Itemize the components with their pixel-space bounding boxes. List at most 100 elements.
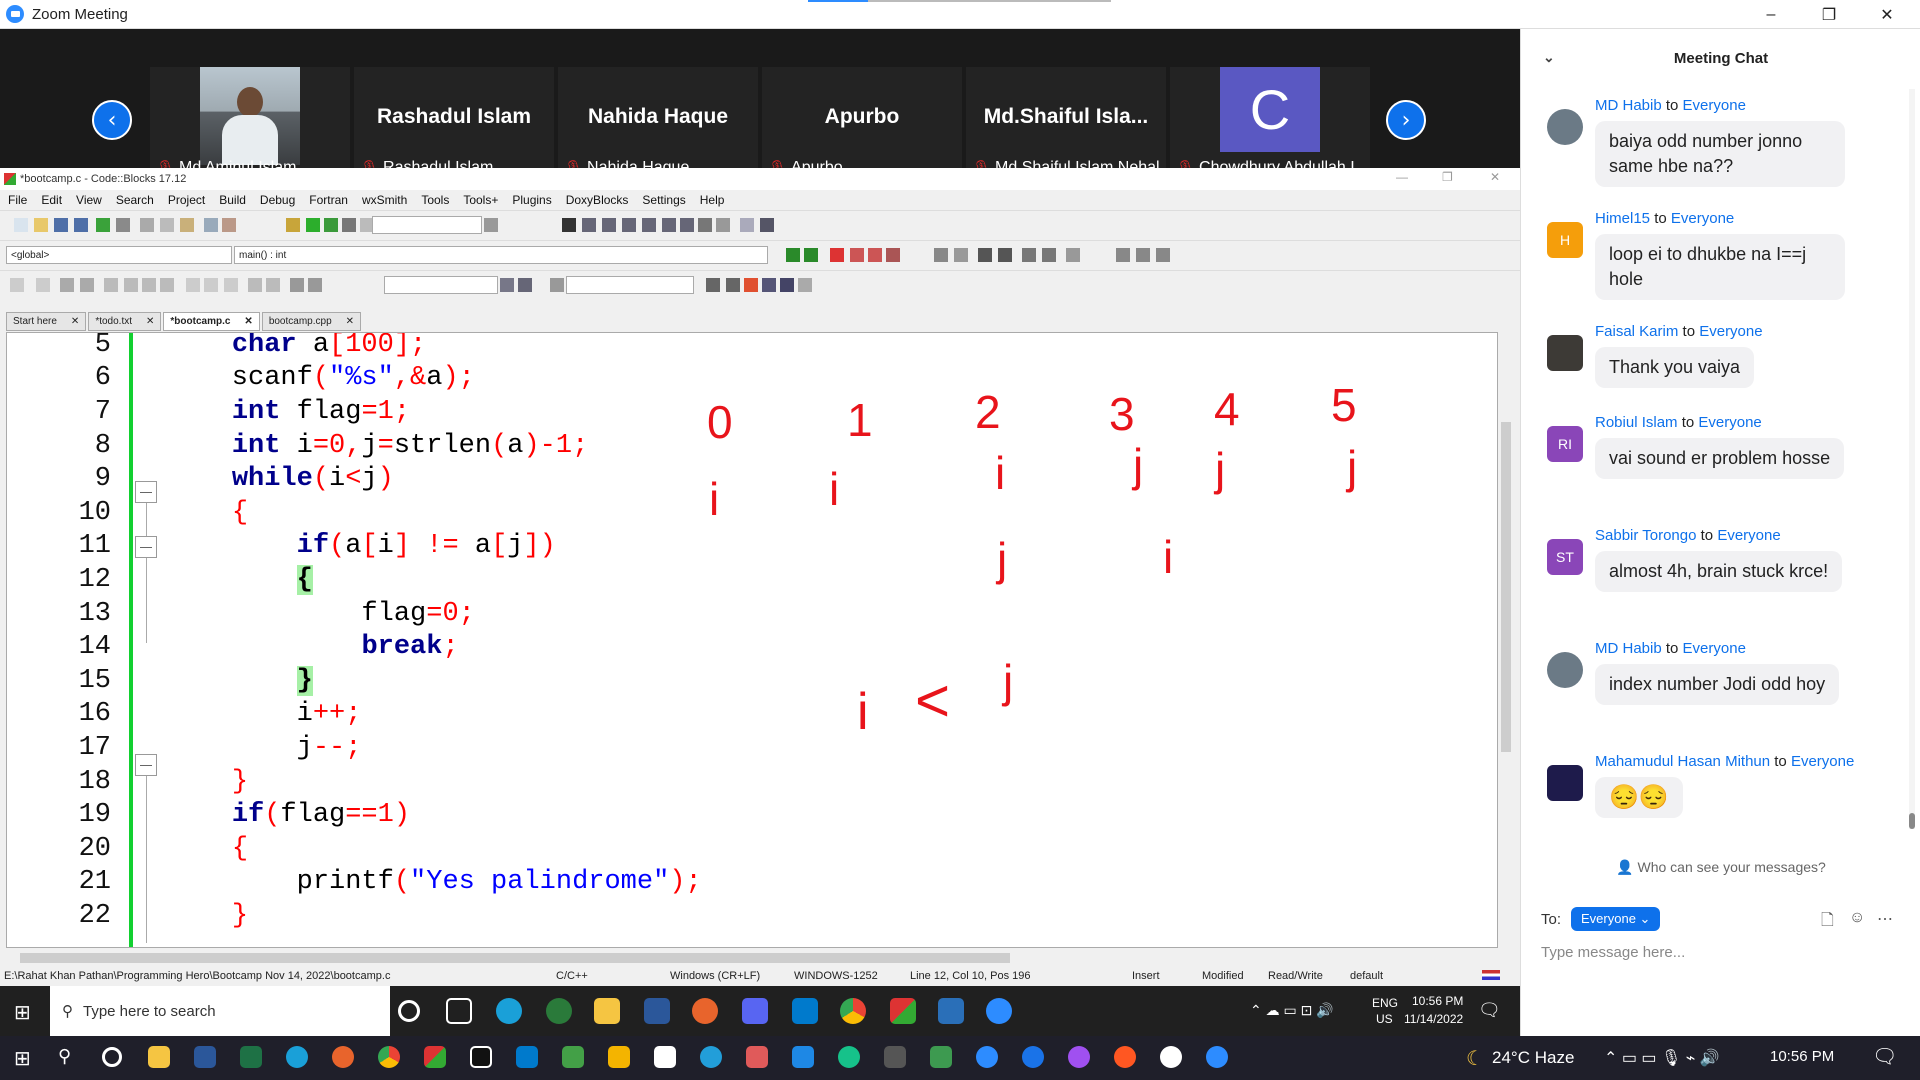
tab-start-here[interactable]: Start here ✕ bbox=[6, 312, 87, 331]
distribute-icon[interactable] bbox=[160, 278, 174, 292]
code-editor[interactable]: 5 char a[100]; 6 scanf("%s",&a); 7 int f… bbox=[6, 332, 1498, 948]
word-icon[interactable] bbox=[644, 998, 670, 1024]
menu-project[interactable]: Project bbox=[168, 193, 205, 207]
chrome-icon[interactable] bbox=[840, 998, 866, 1024]
new-file-icon[interactable] bbox=[14, 218, 28, 232]
vscode-icon[interactable] bbox=[516, 1046, 538, 1068]
zoom-in-icon[interactable] bbox=[248, 278, 262, 292]
system-clock[interactable]: 10:56 PM bbox=[1770, 1048, 1834, 1065]
image-tool-icon[interactable] bbox=[60, 278, 74, 292]
replace-combo[interactable] bbox=[566, 276, 694, 294]
debug-windows-icon[interactable] bbox=[740, 218, 754, 232]
menu-search[interactable]: Search bbox=[116, 193, 154, 207]
rebuild-icon[interactable] bbox=[342, 218, 356, 232]
next-page-button[interactable]: › bbox=[1386, 100, 1426, 140]
run-html-icon[interactable] bbox=[1022, 248, 1036, 262]
message-input[interactable]: Type message here... bbox=[1541, 944, 1685, 961]
close-button[interactable]: ✕ bbox=[1858, 0, 1916, 29]
grammarly-icon[interactable] bbox=[838, 1046, 860, 1068]
terminal-icon[interactable] bbox=[884, 1046, 906, 1068]
calendar-icon[interactable] bbox=[792, 1046, 814, 1068]
emoji-icon[interactable]: ☺ bbox=[1849, 909, 1865, 927]
sender-name[interactable]: MD Habib bbox=[1595, 640, 1662, 657]
notification-icon[interactable]: 🗨 bbox=[1478, 1000, 1501, 1021]
maps-icon[interactable] bbox=[1022, 1046, 1044, 1068]
replace-icon[interactable] bbox=[222, 218, 236, 232]
tab-close-icon[interactable]: ✕ bbox=[346, 316, 354, 327]
search-options-icon[interactable] bbox=[518, 278, 532, 292]
step-into-icon[interactable] bbox=[622, 218, 636, 232]
step-instruction-icon[interactable] bbox=[680, 218, 694, 232]
first-line-icon[interactable] bbox=[1116, 248, 1130, 262]
search-go-icon[interactable] bbox=[500, 278, 514, 292]
menu-fortran[interactable]: Fortran bbox=[309, 193, 348, 207]
build-run-icon[interactable] bbox=[324, 218, 338, 232]
firefox-icon[interactable] bbox=[332, 1046, 354, 1068]
edge-icon[interactable] bbox=[496, 998, 522, 1024]
line-comment-icon[interactable] bbox=[998, 248, 1012, 262]
editor-horizontal-scrollbar[interactable] bbox=[6, 950, 1498, 966]
discord-icon[interactable] bbox=[742, 998, 768, 1024]
size-height-icon[interactable] bbox=[224, 278, 238, 292]
participant-tile[interactable]: 🎙Md Aminul Islam bbox=[150, 67, 350, 179]
jump-forward-icon[interactable] bbox=[804, 248, 818, 262]
input-language[interactable]: ENG bbox=[1372, 996, 1398, 1010]
codeblocks-taskbar-icon[interactable] bbox=[890, 998, 916, 1024]
cortana-icon[interactable] bbox=[398, 1000, 420, 1022]
menu-edit[interactable]: Edit bbox=[41, 193, 62, 207]
jump-back-icon[interactable] bbox=[786, 248, 800, 262]
search-combo[interactable] bbox=[384, 276, 498, 294]
pointer-icon[interactable] bbox=[10, 278, 24, 292]
cb-minimize-button[interactable]: — bbox=[1396, 170, 1408, 184]
doxy-config-icon[interactable] bbox=[1066, 248, 1080, 262]
doxy-wizard-icon[interactable] bbox=[934, 248, 948, 262]
tab-close-icon[interactable]: ✕ bbox=[146, 316, 154, 327]
inner-clock-time[interactable]: 10:56 PM bbox=[1412, 994, 1463, 1008]
inner-clock-date[interactable]: 11/14/2022 bbox=[1404, 1012, 1463, 1026]
find-next-icon[interactable] bbox=[726, 278, 740, 292]
search-icon[interactable]: ⚲ bbox=[58, 1046, 71, 1067]
size-icon[interactable] bbox=[186, 278, 200, 292]
menu-tools-plus[interactable]: Tools+ bbox=[463, 193, 498, 207]
run-to-cursor-icon[interactable] bbox=[582, 218, 596, 232]
cb-close-button[interactable]: ✕ bbox=[1490, 170, 1500, 184]
size-width-icon[interactable] bbox=[204, 278, 218, 292]
find-icon[interactable] bbox=[204, 218, 218, 232]
file-explorer-icon[interactable] bbox=[148, 1046, 170, 1068]
maximize-button[interactable]: ❐ bbox=[1800, 0, 1858, 29]
zoom-taskbar-icon[interactable] bbox=[986, 998, 1012, 1024]
find-prev-icon[interactable] bbox=[706, 278, 720, 292]
clear-bookmarks-icon[interactable] bbox=[886, 248, 900, 262]
zoom-out-icon[interactable] bbox=[266, 278, 280, 292]
telegram-icon[interactable] bbox=[700, 1046, 722, 1068]
sender-name[interactable]: Himel15 bbox=[1595, 210, 1650, 227]
notion-icon[interactable] bbox=[654, 1046, 676, 1068]
selected-text-icon[interactable] bbox=[762, 278, 776, 292]
prev-page-button[interactable]: ‹ bbox=[92, 100, 132, 140]
participant-tile[interactable]: Rashadul Islam 🎙Rashadul Islam bbox=[354, 67, 554, 179]
stop-debug-icon[interactable] bbox=[716, 218, 730, 232]
pause-icon[interactable] bbox=[698, 218, 712, 232]
menu-settings[interactable]: Settings bbox=[642, 193, 685, 207]
redo-icon[interactable] bbox=[116, 218, 130, 232]
app-icon[interactable] bbox=[546, 998, 572, 1024]
last-line-icon[interactable] bbox=[1156, 248, 1170, 262]
who-can-see-link[interactable]: 👤 Who can see your messages? bbox=[1521, 859, 1920, 876]
tab-todo[interactable]: *todo.txt ✕ bbox=[88, 312, 162, 331]
next-instruction-icon[interactable] bbox=[662, 218, 676, 232]
regex-icon[interactable] bbox=[290, 278, 304, 292]
tab-close-icon[interactable]: ✕ bbox=[244, 316, 252, 327]
cut-icon[interactable] bbox=[140, 218, 154, 232]
weather-text[interactable]: 24°C Haze bbox=[1492, 1048, 1574, 1068]
run-chm-icon[interactable] bbox=[1042, 248, 1056, 262]
menu-plugins[interactable]: Plugins bbox=[512, 193, 551, 207]
sender-name[interactable]: Mahamudul Hasan Mithun bbox=[1595, 753, 1770, 770]
messenger-icon[interactable] bbox=[1068, 1046, 1090, 1068]
node-icon[interactable] bbox=[562, 1046, 584, 1068]
vscode-icon[interactable] bbox=[792, 998, 818, 1024]
save-all-icon[interactable] bbox=[74, 218, 88, 232]
sender-name[interactable]: Robiul Islam bbox=[1595, 414, 1678, 431]
step-out-icon[interactable] bbox=[642, 218, 656, 232]
doxy-extract-icon[interactable] bbox=[954, 248, 968, 262]
tab-close-icon[interactable]: ✕ bbox=[71, 316, 79, 327]
